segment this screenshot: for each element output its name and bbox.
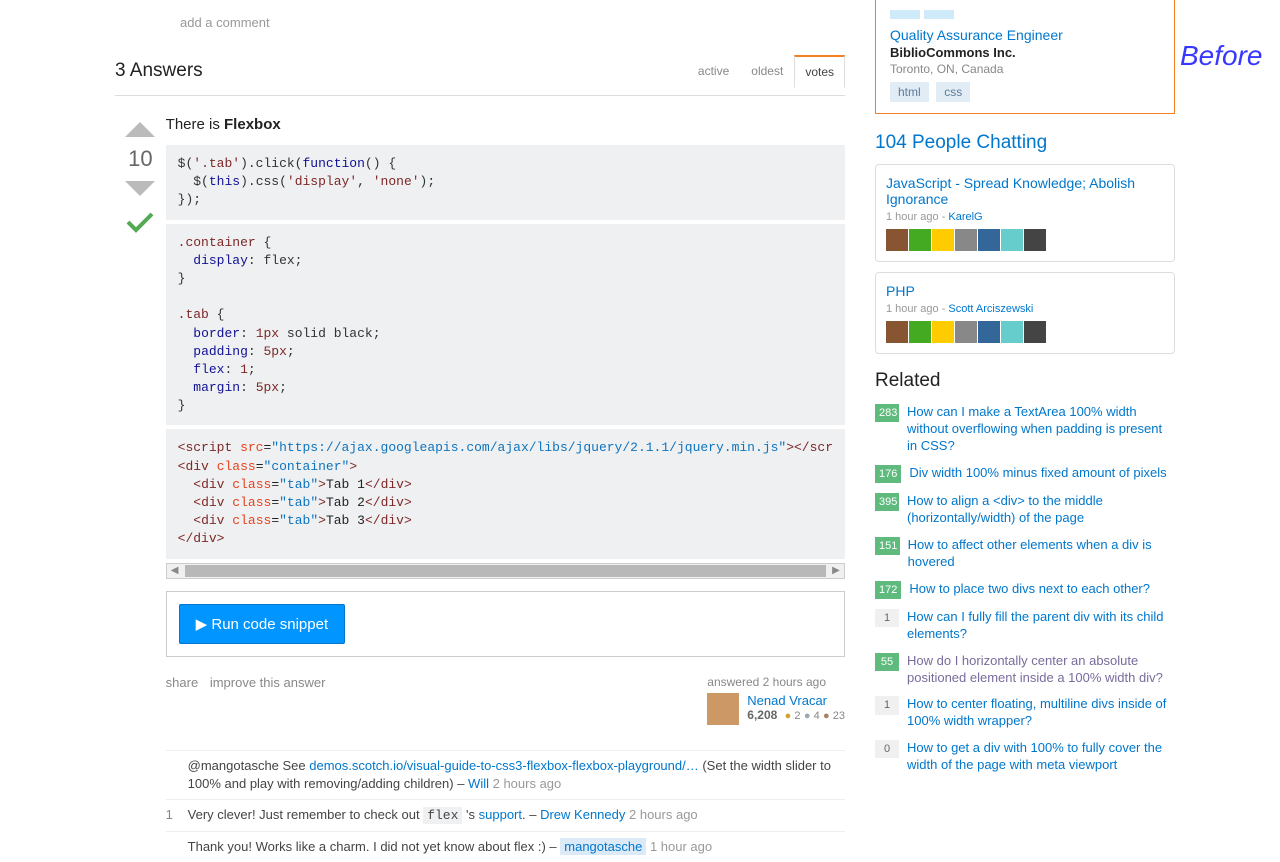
related-link[interactable]: How to align a <div> to the middle (hori… <box>907 493 1175 527</box>
code-block-html-wrap: <script src="https://ajax.googleapis.com… <box>166 429 845 578</box>
related-item: 176 Div width 100% minus fixed amount of … <box>875 465 1175 483</box>
before-annotation: Before <box>1180 40 1263 72</box>
tag-css[interactable]: css <box>936 82 970 102</box>
answer-intro: There is Flexbox <box>166 116 845 133</box>
related-vote: 176 <box>875 465 901 483</box>
chat-room-title[interactable]: JavaScript - Spread Knowledge; Abolish I… <box>886 175 1164 207</box>
comments-list: @mangotasche See demos.scotch.io/visual-… <box>166 750 845 862</box>
scroll-right-icon[interactable]: ▶ <box>828 565 844 576</box>
snippet-box: ▶ Run code snippet <box>166 591 845 657</box>
avatar[interactable] <box>707 693 739 725</box>
chat-room-title[interactable]: PHP <box>886 283 1164 299</box>
answers-header: 3 Answers active oldest votes <box>115 55 845 96</box>
run-snippet-button[interactable]: ▶ Run code snippet <box>179 604 345 644</box>
related-item: 55 How do I horizontally center an absolu… <box>875 653 1175 687</box>
chat-avatars <box>886 229 1164 251</box>
user-info: answered 2 hours ago Nenad Vracar 6,208 … <box>707 675 845 725</box>
tab-votes[interactable]: votes <box>794 55 845 88</box>
related-link[interactable]: How do I horizontally center an absolute… <box>907 653 1175 687</box>
sidebar: Quality Assurance Engineer BiblioCommons… <box>875 0 1175 784</box>
code-block-css: .container { display: flex; } .tab { bor… <box>166 224 845 426</box>
related-vote: 55 <box>875 653 899 671</box>
related-link[interactable]: How to place two divs next to each other… <box>909 581 1150 598</box>
related-vote: 283 <box>875 404 899 422</box>
answer-body: There is Flexbox $('.tab').click(functio… <box>166 116 845 862</box>
job-title[interactable]: Quality Assurance Engineer <box>890 27 1160 43</box>
vote-count: 10 <box>115 140 166 178</box>
job-skeleton <box>890 10 1160 19</box>
tag-html[interactable]: html <box>890 82 929 102</box>
job-location: Toronto, ON, Canada <box>890 62 1160 76</box>
upvote-button[interactable] <box>115 116 166 140</box>
comment: 1Very clever! Just remember to check out… <box>166 799 845 831</box>
share-link[interactable]: share <box>166 675 199 690</box>
related-link[interactable]: How to affect other elements when a div … <box>908 537 1175 571</box>
sort-tabs: active oldest votes <box>687 55 845 87</box>
vote-cell: 10 <box>115 116 166 862</box>
tab-oldest[interactable]: oldest <box>740 55 794 87</box>
improve-link[interactable]: improve this answer <box>210 675 326 690</box>
related-vote: 0 <box>875 740 899 758</box>
accepted-icon <box>115 210 166 237</box>
answer-count: 3 Answers <box>115 60 203 82</box>
job-company: BiblioCommons Inc. <box>890 45 1160 60</box>
code-block-js: $('.tab').click(function() { $(this).css… <box>166 145 845 220</box>
related-vote: 1 <box>875 696 899 714</box>
chat-room[interactable]: PHP1 hour ago - Scott Arciszewski <box>875 272 1175 354</box>
horizontal-scrollbar[interactable]: ◀ ▶ <box>166 563 845 579</box>
related-link[interactable]: How can I fully fill the parent div with… <box>907 609 1175 643</box>
chat-room[interactable]: JavaScript - Spread Knowledge; Abolish I… <box>875 164 1175 262</box>
related-item: 1 How can I fully fill the parent div wit… <box>875 609 1175 643</box>
related-link[interactable]: How to get a div with 100% to fully cove… <box>907 740 1175 774</box>
related-vote: 172 <box>875 581 901 599</box>
related-item: 172 How to place two divs next to each ot… <box>875 581 1175 599</box>
job-tags: html css <box>890 84 1160 99</box>
related-item: 283 How can I make a TextArea 100% width … <box>875 404 1175 455</box>
code-block-html: <script src="https://ajax.googleapis.com… <box>166 429 845 558</box>
chat-header[interactable]: 104 People Chatting <box>875 132 1175 154</box>
user-link[interactable]: Nenad Vracar <box>747 693 827 708</box>
answer: 10 There is Flexbox $('.tab').click(func… <box>115 116 845 862</box>
comment: Thank you! Works like a charm. I did not… <box>166 831 845 862</box>
chat-avatars <box>886 321 1164 343</box>
related-header: Related <box>875 370 1175 392</box>
related-vote: 1 <box>875 609 899 627</box>
post-menu: share improve this answer <box>166 675 334 725</box>
related-item: 1 How to center floating, multiline divs … <box>875 696 1175 730</box>
post-footer: share improve this answer answered 2 hou… <box>166 675 845 725</box>
related-item: 395 How to align a <div> to the middle (h… <box>875 493 1175 527</box>
related-vote: 151 <box>875 537 900 555</box>
user-reputation: 6,208 <box>747 708 777 722</box>
related-link[interactable]: Div width 100% minus fixed amount of pix… <box>909 465 1166 482</box>
answered-time: answered 2 hours ago <box>707 675 845 689</box>
related-vote: 395 <box>875 493 899 511</box>
tab-active[interactable]: active <box>687 55 740 87</box>
related-item: 0 How to get a div with 100% to fully cov… <box>875 740 1175 774</box>
downvote-button[interactable] <box>115 178 166 202</box>
comment: @mangotasche See demos.scotch.io/visual-… <box>166 750 845 799</box>
related-item: 151 How to affect other elements when a d… <box>875 537 1175 571</box>
add-comment-link[interactable]: add a comment <box>115 0 845 55</box>
job-card[interactable]: Quality Assurance Engineer BiblioCommons… <box>875 0 1175 114</box>
scroll-left-icon[interactable]: ◀ <box>167 565 183 576</box>
related-link[interactable]: How can I make a TextArea 100% width wit… <box>907 404 1175 455</box>
related-link[interactable]: How to center floating, multiline divs i… <box>907 696 1175 730</box>
